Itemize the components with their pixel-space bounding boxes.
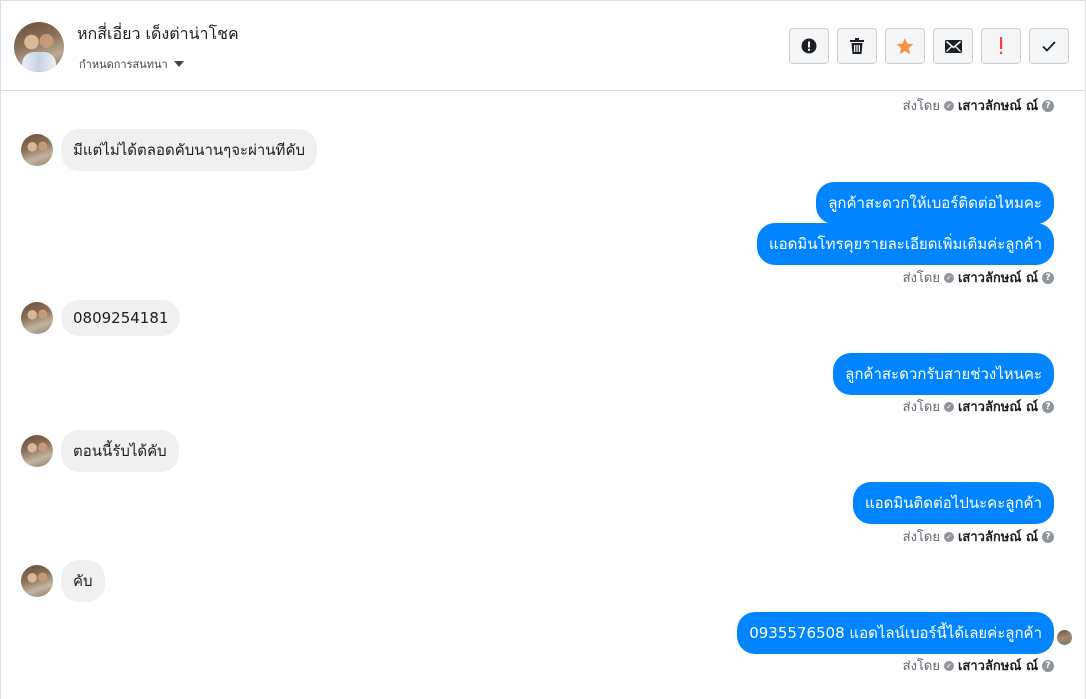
check-circle-icon: ✓ [943,272,954,283]
check-circle-icon: ✓ [943,531,954,542]
incoming-message[interactable]: มีแต่ไม่ได้ตลอดคับนานๆจะผ่านทีคับ [61,129,317,171]
incoming-message[interactable]: 0809254181 [61,300,181,336]
thread-setting-label: กำหนดการสนทนา [79,58,168,71]
star-button[interactable] [885,28,925,64]
sent-by-prefix: ส่งโดย [902,659,940,674]
sent-by-line: ส่งโดย ✓ เสาวลักษณ์ ณ์ ? [903,95,1054,116]
read-receipt-avatar [1057,630,1072,645]
outgoing-message[interactable]: ลูกค้าสะดวกให้เบอร์ติดต่อไหมคะ [816,182,1054,224]
mark-unread-button[interactable] [933,28,973,64]
incoming-message[interactable]: คับ [61,560,105,602]
incoming-message-row: 0809254181 [21,300,181,336]
incoming-message-row: คับ [21,560,105,602]
conversation-header: หกสี่เอี่ยว เด็งต่าน่าโชค กำหนดการสนทนา [1,1,1085,91]
outgoing-message[interactable]: แอดมินโทรคุยรายละเอียดเพิ่มเติมค่ะลูกค้า [756,223,1054,265]
help-icon[interactable]: ? [1042,400,1054,413]
alert-circle-icon [801,38,817,54]
incoming-message-row: ตอนนี้รับได้คับ [21,430,179,472]
mark-important-button[interactable] [981,28,1021,64]
check-circle-icon: ✓ [943,401,954,412]
conversation-toolbar [789,28,1069,64]
envelope-icon [944,39,962,53]
outgoing-message[interactable]: ลูกค้าสะดวกรับสายช่วงไหนคะ [833,353,1054,395]
message-list[interactable]: ส่งโดย ✓ เสาวลักษณ์ ณ์ ? มีแต่ไม่ได้ตลอด… [1,92,1085,699]
report-button[interactable] [789,28,829,64]
outgoing-message[interactable]: แอดมินติดต่อไปนะคะลูกค้า [853,482,1054,524]
help-icon[interactable]: ? [1042,659,1054,672]
mark-done-button[interactable] [1029,28,1069,64]
sent-by-agent: เสาวลักษณ์ ณ์ [957,530,1038,545]
sent-by-prefix: ส่งโดย [902,99,940,114]
caret-down-icon [173,61,184,67]
contact-name[interactable]: หกสี่เอี่ยว เด็งต่าน่าโชค [77,22,239,47]
star-icon [896,37,914,54]
help-icon[interactable]: ? [1042,271,1054,284]
sender-avatar[interactable] [21,435,53,467]
sent-by-agent: เสาวลักษณ์ ณ์ [957,271,1038,286]
thread-setting-dropdown[interactable]: กำหนดการสนทนา [79,55,184,73]
sender-avatar[interactable] [21,134,53,166]
check-circle-icon: ✓ [943,660,954,671]
sent-by-agent: เสาวลักษณ์ ณ์ [957,400,1038,415]
incoming-message-row: มีแต่ไม่ได้ตลอดคับนานๆจะผ่านทีคับ [21,129,317,171]
sent-by-line: ส่งโดย ✓ เสาวลักษณ์ ณ์ ? [903,655,1054,676]
trash-icon [850,38,864,54]
check-circle-icon: ✓ [943,100,954,111]
check-icon [1042,40,1056,52]
sender-avatar[interactable] [21,565,53,597]
sent-by-prefix: ส่งโดย [902,271,940,286]
contact-avatar[interactable] [14,22,64,72]
sent-by-prefix: ส่งโดย [902,400,940,415]
conversation-panel: หกสี่เอี่ยว เด็งต่าน่าโชค กำหนดการสนทนา [0,0,1086,699]
delete-button[interactable] [837,28,877,64]
incoming-message[interactable]: ตอนนี้รับได้คับ [61,430,179,472]
sent-by-agent: เสาวลักษณ์ ณ์ [957,99,1038,114]
sent-by-prefix: ส่งโดย [902,530,940,545]
sent-by-line: ส่งโดย ✓ เสาวลักษณ์ ณ์ ? [903,396,1054,417]
sent-by-line: ส่งโดย ✓ เสาวลักษณ์ ณ์ ? [903,267,1054,288]
help-icon[interactable]: ? [1042,99,1054,112]
exclamation-icon [1000,37,1003,54]
sender-avatar[interactable] [21,302,53,334]
sent-by-line: ส่งโดย ✓ เสาวลักษณ์ ณ์ ? [903,526,1054,547]
sent-by-agent: เสาวลักษณ์ ณ์ [957,659,1038,674]
help-icon[interactable]: ? [1042,530,1054,543]
outgoing-message[interactable]: 0935576508 แอดไลน์เบอร์นี้ได้เลยค่ะลูกค้… [737,612,1054,654]
